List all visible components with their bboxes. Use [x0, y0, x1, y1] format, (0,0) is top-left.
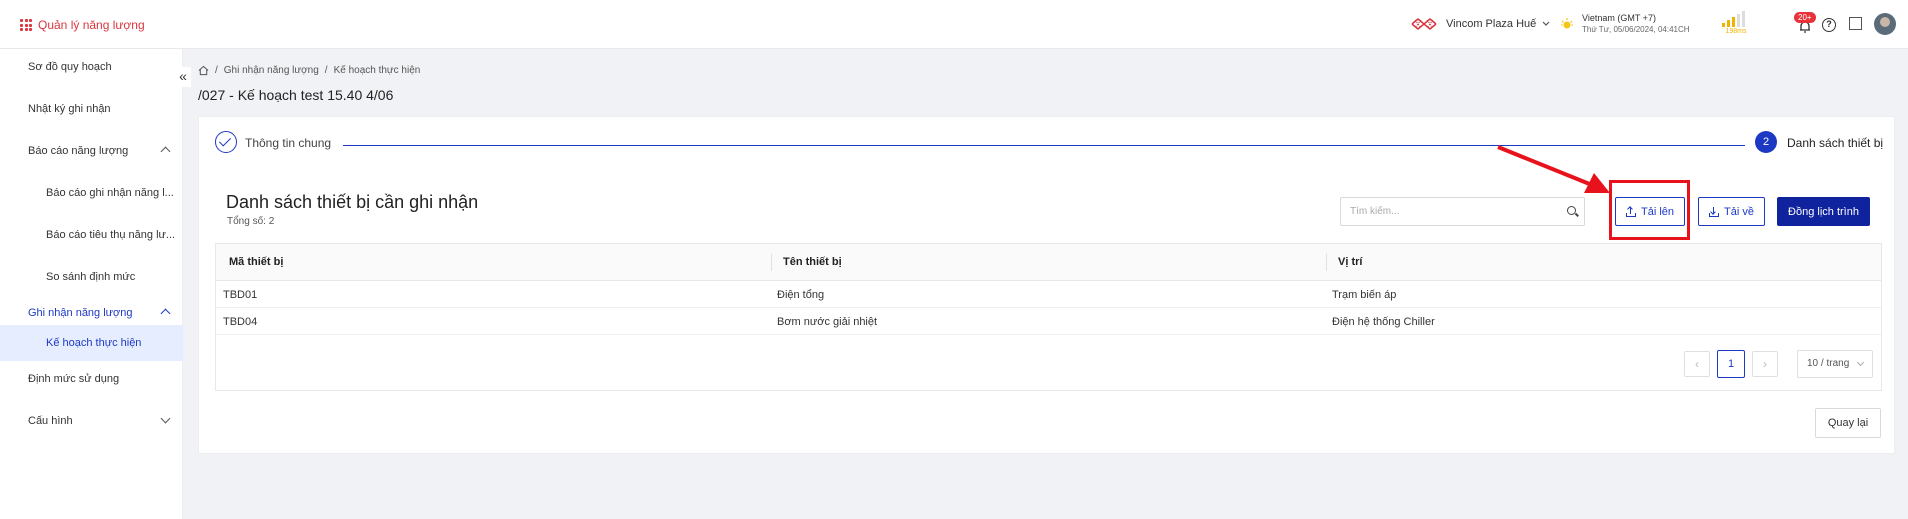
home-icon[interactable]	[198, 65, 209, 76]
breadcrumb-current: Kế hoạch thực hiện	[333, 65, 421, 76]
timezone-label: Vietnam (GMT +7)	[1582, 13, 1656, 23]
sidebar-item-planning-map[interactable]: Sơ đồ quy hoạch	[0, 49, 183, 85]
breadcrumb-energy-record[interactable]: Ghi nhận năng lượng	[224, 65, 319, 76]
sidebar-item-plan[interactable]: Kế hoạch thực hiện	[0, 325, 183, 361]
sidebar-item-label: Sơ đồ quy hoạch	[28, 61, 112, 73]
sync-schedule-button[interactable]: Đồng lịch trình	[1777, 197, 1870, 226]
pagination-next-button[interactable]: ›	[1752, 351, 1778, 377]
breadcrumb-separator: /	[215, 65, 218, 76]
chevron-up-icon	[160, 308, 171, 319]
page-size-select[interactable]: 10 / trang	[1797, 350, 1873, 378]
download-label: Tải về	[1724, 205, 1754, 218]
download-icon	[1709, 206, 1720, 217]
column-divider	[1326, 254, 1327, 271]
cell-name: Bơm nước giải nhiệt	[777, 316, 878, 328]
sidebar-item-label: Ghi nhận năng lượng	[28, 307, 133, 319]
sidebar-item-label: Nhật ký ghi nhận	[28, 103, 111, 115]
network-signal: 198ms	[1722, 11, 1750, 37]
chevron-down-icon	[1542, 21, 1550, 26]
timezone-display: Vietnam (GMT +7) Thứ Tư, 05/06/2024, 04:…	[1560, 13, 1690, 35]
annotation-highlight-box	[1609, 180, 1690, 240]
back-button[interactable]: Quay lại	[1815, 408, 1881, 438]
pagination-page-button[interactable]: 1	[1717, 350, 1745, 378]
step-general-info[interactable]: Thông tin chung	[245, 136, 331, 150]
device-table: Mã thiết bị Tên thiết bị Vị trí TBD01 Đi…	[215, 243, 1882, 391]
step-device-list: Danh sách thiết bị	[1787, 136, 1884, 150]
sidebar-item-config[interactable]: Cấu hình	[0, 403, 183, 439]
annotation-arrow-icon	[1497, 145, 1610, 193]
sidebar-item-log[interactable]: Nhật ký ghi nhận	[0, 91, 183, 127]
cell-location: Điện hệ thống Chiller	[1332, 316, 1435, 328]
top-header: Quản lý năng lượng Vincom Plaza Huế Viet…	[0, 0, 1908, 49]
sidebar-collapse-button[interactable]: «	[175, 67, 191, 87]
app-title-text: Quản lý năng lượng	[38, 18, 145, 32]
app-title[interactable]: Quản lý năng lượng	[20, 18, 145, 32]
sidebar-item-usage-norm[interactable]: Định mức sử dụng	[0, 361, 183, 397]
search-box	[1340, 197, 1585, 226]
sidebar-item-record-report[interactable]: Báo cáo ghi nhận năng l...	[0, 175, 183, 211]
datetime-label: Thứ Tư, 05/06/2024, 04:41CH	[1582, 25, 1690, 34]
sidebar-item-label: Báo cáo ghi nhận năng l...	[46, 187, 174, 199]
step-number: 2	[1755, 131, 1777, 153]
site-name: Vincom Plaza Huế	[1446, 18, 1537, 30]
cell-name: Điện tổng	[777, 289, 825, 301]
cell-location: Trạm biến áp	[1332, 289, 1397, 301]
column-header-name: Tên thiết bị	[783, 256, 842, 268]
table-row[interactable]: TBD01 Điện tổng Trạm biến áp	[216, 281, 1881, 308]
search-input[interactable]	[1341, 198, 1541, 225]
search-icon[interactable]	[1567, 206, 1576, 215]
total-count: Tổng số: 2	[227, 216, 275, 227]
cell-code: TBD01	[223, 289, 258, 301]
column-header-code: Mã thiết bị	[229, 256, 284, 268]
sidebar-item-consumption-report[interactable]: Báo cáo tiêu thụ năng lư...	[0, 217, 183, 253]
sun-icon	[1561, 18, 1573, 29]
app-grid-icon[interactable]	[20, 19, 32, 31]
signal-bars-icon	[1722, 11, 1750, 27]
site-selector[interactable]: Vincom Plaza Huế	[1410, 17, 1550, 31]
sidebar-item-label: Cấu hình	[28, 415, 73, 427]
sidebar-item-label: Báo cáo tiêu thụ năng lư...	[46, 229, 176, 241]
stepper: Thông tin chung 2 Danh sách thiết bị	[215, 130, 1887, 160]
column-header-location: Vị trí	[1338, 256, 1363, 268]
help-icon[interactable]: ?	[1822, 18, 1836, 32]
breadcrumb-separator: /	[324, 65, 328, 76]
chevron-down-icon	[160, 413, 171, 424]
pagination-prev-button[interactable]: ‹	[1684, 351, 1710, 377]
site-logo-icon	[1411, 18, 1437, 30]
download-button[interactable]: Tải về	[1698, 197, 1765, 226]
notification-badge: 20+	[1794, 12, 1816, 23]
cell-code: TBD04	[223, 316, 258, 328]
sidebar-item-label: Báo cáo năng lượng	[28, 145, 129, 157]
sidebar-item-norm-compare[interactable]: So sánh định mức	[0, 259, 183, 295]
sidebar-item-label: So sánh định mức	[46, 271, 136, 283]
list-title: Danh sách thiết bị cần ghi nhận	[226, 192, 479, 212]
notification-bell[interactable]: 20+	[1794, 12, 1820, 38]
table-row[interactable]: TBD04 Bơm nước giải nhiệt Điện hệ thống …	[216, 308, 1881, 335]
sidebar-item-energy-report[interactable]: Báo cáo năng lượng	[0, 133, 183, 169]
sidebar-item-label: Kế hoạch thực hiện	[46, 337, 142, 349]
breadcrumb: / Ghi nhận năng lượng / Kế hoạch thực hi…	[198, 65, 420, 76]
sidebar: Sơ đồ quy hoạch Nhật ký ghi nhận Báo cáo…	[0, 49, 183, 519]
chevron-up-icon	[160, 146, 171, 157]
page-size-value: 10 / trang	[1807, 358, 1850, 369]
user-menu-icon[interactable]	[1849, 17, 1862, 30]
sidebar-item-label: Định mức sử dụng	[28, 373, 120, 385]
column-divider	[771, 254, 772, 271]
chevron-down-icon	[1856, 358, 1865, 367]
avatar[interactable]	[1874, 13, 1896, 35]
table-header: Mã thiết bị Tên thiết bị Vị trí	[216, 244, 1881, 281]
page-title: /027 - Kế hoạch test 15.40 4/06	[198, 87, 394, 103]
signal-latency: 198ms	[1725, 28, 1747, 35]
check-icon[interactable]	[215, 131, 237, 153]
